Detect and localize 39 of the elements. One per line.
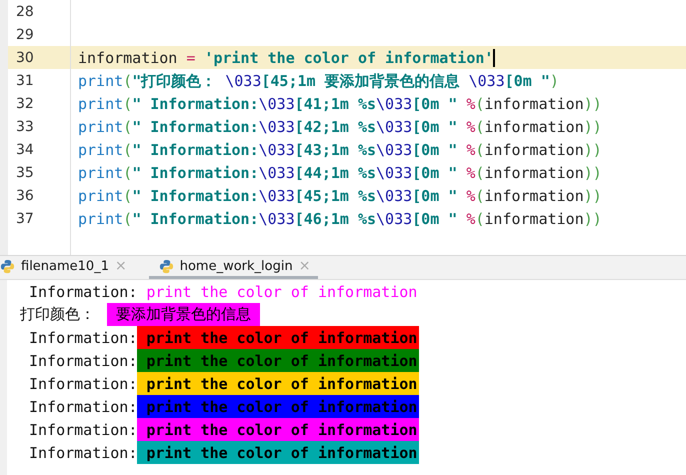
highlighted-output: 要添加背景色的信息 (107, 303, 260, 326)
output-label: Information: (28, 420, 138, 438)
highlighted-output: print the color of information (137, 372, 420, 395)
line-number: 35 (16, 164, 34, 180)
line-number: 32 (16, 96, 34, 112)
highlighted-output: print the color of information (137, 418, 420, 441)
code-line: print(" Information:\033[41;1m %s\033[0m " %(information)) (78, 94, 602, 114)
highlighted-output: print the color of information (137, 349, 420, 372)
run-tab[interactable]: filename10_1 × (0, 256, 135, 279)
python-logo-icon (158, 258, 174, 274)
line-number: 28 (16, 4, 34, 20)
highlighted-output: print the color of information (137, 326, 420, 349)
line-number: 34 (16, 142, 34, 158)
highlighted-output: print the color of information (137, 441, 420, 464)
output-label: Information: (28, 374, 138, 392)
output-label: Information: (28, 282, 138, 300)
line-number: 33 (16, 118, 34, 134)
output-label: Information: (28, 398, 138, 416)
code-line: print(" Information:\033[42;1m %s\033[0m " %(information)) (78, 116, 602, 136)
code-line: print(" Information:\033[43;1m %s\033[0m " %(information)) (78, 140, 602, 160)
run-tab[interactable]: home_work_login × (148, 256, 318, 279)
code-line: information = 'print the color of information' (78, 48, 494, 68)
line-number: 30 (16, 50, 34, 66)
output-label: Information: (28, 328, 138, 346)
output-label: Information: (28, 444, 138, 462)
python-logo-icon (0, 258, 15, 274)
code-line: print("打印颜色： \033[45;1m 要添加背景色的信息 \033[0m ") (78, 70, 559, 90)
code-line: print(" Information:\033[46;1m %s\033[0m " %(information)) (78, 208, 602, 228)
line-number: 36 (16, 188, 34, 204)
code-line: print(" Information:\033[45;1m %s\033[0m " %(information)) (78, 186, 602, 206)
output-label: Information: (28, 352, 138, 370)
output-label: 打印颜色： (20, 305, 95, 324)
line-number: 29 (16, 26, 34, 42)
text-cursor (493, 48, 496, 66)
line-number: 37 (16, 210, 34, 226)
code-line: print(" Information:\033[44;1m %s\033[0m " %(information)) (78, 162, 602, 182)
output-text: print the color of information (145, 282, 418, 300)
line-number: 31 (16, 72, 34, 88)
highlighted-output: print the color of information (137, 395, 420, 418)
